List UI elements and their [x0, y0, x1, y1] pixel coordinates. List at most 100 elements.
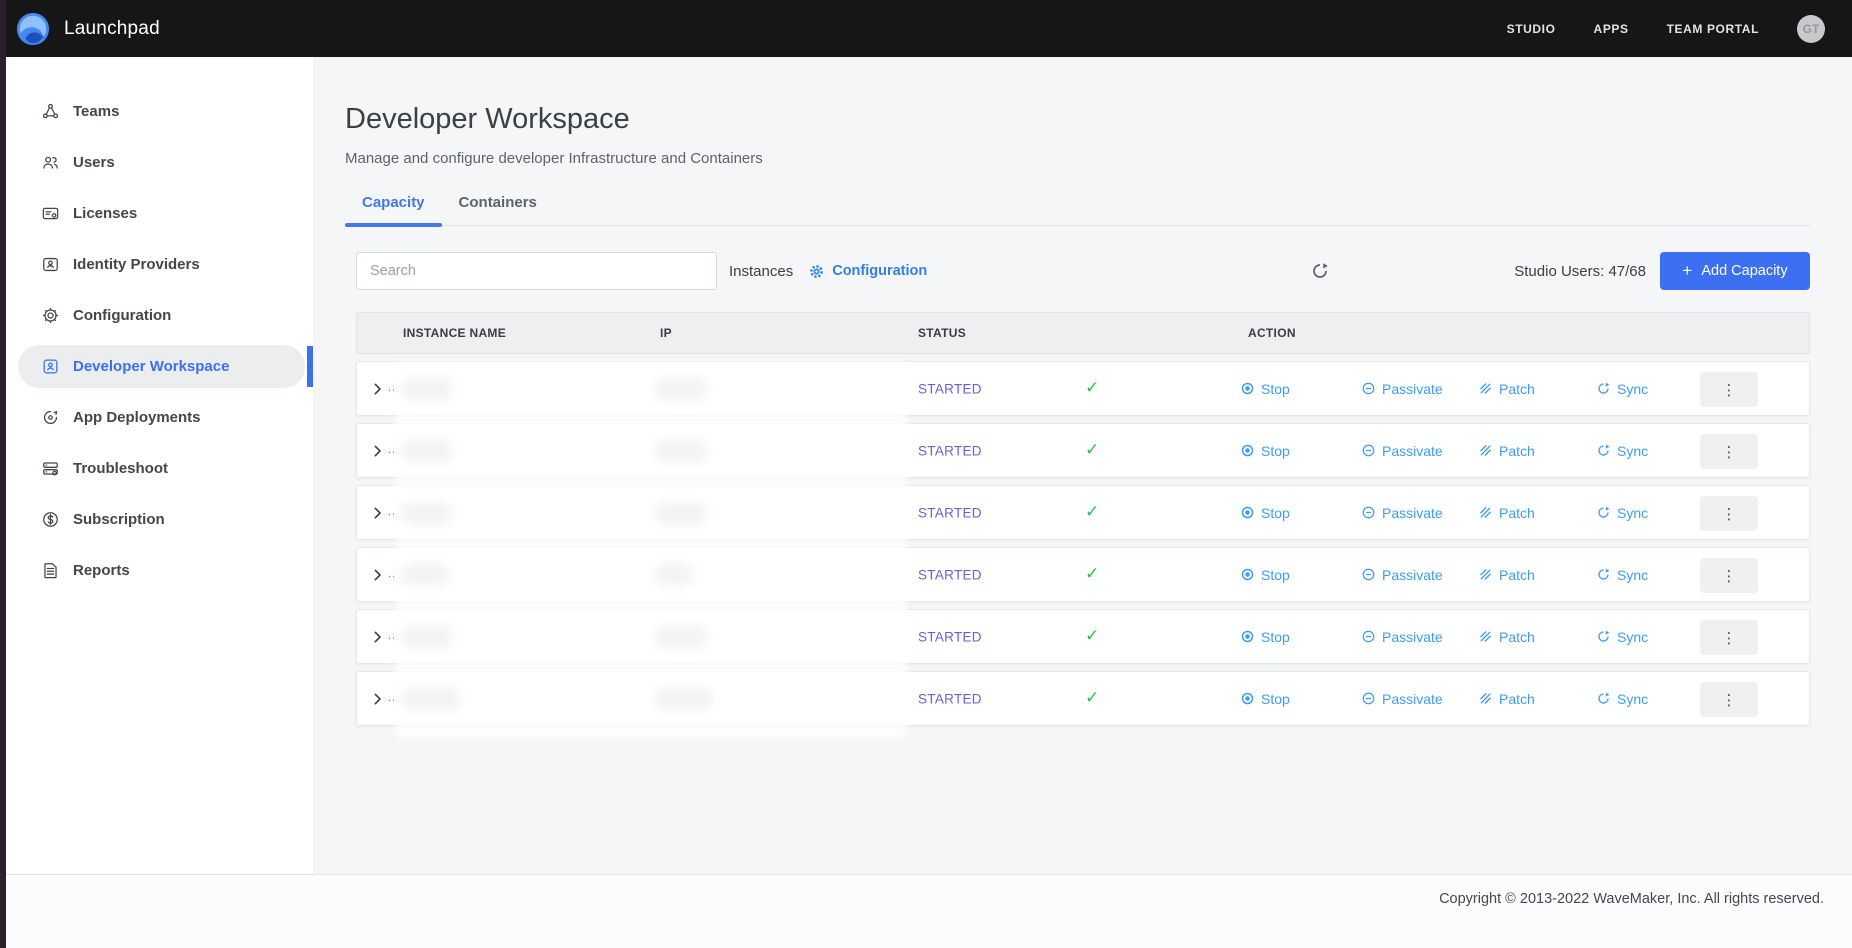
action-stop[interactable]: Stop: [1240, 381, 1290, 397]
redaction-dots: ..: [388, 506, 396, 518]
status-text: STARTED: [918, 505, 982, 520]
tab-capacity[interactable]: Capacity: [345, 194, 442, 225]
avatar[interactable]: GT: [1797, 15, 1825, 43]
sidebar-item-licenses[interactable]: Licenses: [0, 192, 313, 235]
patch-icon: [1478, 567, 1493, 582]
kebab-menu-icon: ⋮: [1722, 444, 1737, 461]
add-capacity-button[interactable]: + Add Capacity: [1660, 252, 1810, 290]
table-row: .. STARTED ✓ Stop Passivate Patch Sync ⋮: [356, 485, 1810, 540]
action-stop[interactable]: Stop: [1240, 691, 1290, 707]
sidebar-item-app-deployments[interactable]: App Deployments: [0, 396, 313, 439]
action-label: Stop: [1261, 691, 1290, 707]
kebab-menu-button[interactable]: ⋮: [1700, 558, 1758, 593]
action-sync[interactable]: Sync: [1596, 691, 1648, 707]
sidebar-item-teams[interactable]: Teams: [0, 90, 313, 133]
studio-users-count: Studio Users: 47/68: [1514, 263, 1646, 280]
action-passivate[interactable]: Passivate: [1361, 691, 1443, 707]
sidebar-item-label: Teams: [73, 103, 119, 120]
check-icon: ✓: [1085, 378, 1099, 398]
status-text: STARTED: [918, 629, 982, 644]
check-icon: ✓: [1085, 502, 1099, 522]
action-patch[interactable]: Patch: [1478, 629, 1535, 645]
action-label: Patch: [1499, 567, 1535, 583]
action-sync[interactable]: Sync: [1596, 629, 1648, 645]
status-text: STARTED: [918, 381, 982, 396]
action-patch[interactable]: Patch: [1478, 505, 1535, 521]
search-input[interactable]: [356, 252, 717, 290]
topnav-team-portal[interactable]: TEAM PORTAL: [1667, 22, 1759, 36]
redacted-ip: [655, 377, 707, 400]
action-stop[interactable]: Stop: [1240, 505, 1290, 521]
sidebar-item-developer-workspace[interactable]: Developer Workspace: [0, 345, 313, 388]
action-passivate[interactable]: Passivate: [1361, 443, 1443, 459]
action-label: Sync: [1617, 505, 1648, 521]
passivate-icon: [1361, 691, 1376, 706]
action-label: Stop: [1261, 443, 1290, 459]
chevron-right-icon[interactable]: [370, 505, 385, 520]
redacted-ip: [655, 625, 707, 648]
kebab-menu-button[interactable]: ⋮: [1700, 620, 1758, 655]
action-sync[interactable]: Sync: [1596, 567, 1648, 583]
sidebar-item-subscription[interactable]: Subscription: [0, 498, 313, 541]
action-label: Passivate: [1382, 381, 1443, 397]
sidebar: Teams Users Licenses Identity Providers …: [0, 57, 313, 874]
configuration-link[interactable]: Configuration: [808, 263, 927, 280]
refresh-icon[interactable]: [1310, 261, 1330, 281]
patch-icon: [1478, 505, 1493, 520]
kebab-menu-button[interactable]: ⋮: [1700, 496, 1758, 531]
topnav-apps[interactable]: APPS: [1594, 22, 1629, 36]
configuration-label: Configuration: [832, 263, 927, 279]
sidebar-item-label: App Deployments: [73, 409, 201, 426]
kebab-menu-button[interactable]: ⋮: [1700, 434, 1758, 469]
chevron-right-icon[interactable]: [370, 691, 385, 706]
chevron-right-icon[interactable]: [370, 443, 385, 458]
chevron-right-icon[interactable]: [370, 629, 385, 644]
sidebar-item-troubleshoot[interactable]: Troubleshoot: [0, 447, 313, 490]
redaction-dots: ..: [388, 692, 396, 704]
sidebar-item-reports[interactable]: Reports: [0, 549, 313, 592]
action-patch[interactable]: Patch: [1478, 443, 1535, 459]
action-passivate[interactable]: Passivate: [1361, 505, 1443, 521]
page-subtitle: Manage and configure developer Infrastru…: [345, 150, 1810, 167]
instances-label: Instances: [729, 263, 793, 280]
sidebar-item-identity-providers[interactable]: Identity Providers: [0, 243, 313, 286]
add-capacity-label: Add Capacity: [1701, 263, 1787, 279]
action-label: Passivate: [1382, 443, 1443, 459]
identity-providers-icon: [41, 255, 60, 274]
action-passivate[interactable]: Passivate: [1361, 567, 1443, 583]
action-passivate[interactable]: Passivate: [1361, 381, 1443, 397]
sidebar-item-label: Configuration: [73, 307, 171, 324]
sidebar-item-users[interactable]: Users: [0, 141, 313, 184]
stop-icon: [1240, 381, 1255, 396]
action-passivate[interactable]: Passivate: [1361, 629, 1443, 645]
patch-icon: [1478, 381, 1493, 396]
kebab-menu-button[interactable]: ⋮: [1700, 372, 1758, 407]
action-stop[interactable]: Stop: [1240, 567, 1290, 583]
chevron-right-icon[interactable]: [370, 381, 385, 396]
chevron-right-icon[interactable]: [370, 567, 385, 582]
licenses-icon: [41, 204, 60, 223]
sidebar-item-configuration[interactable]: Configuration: [0, 294, 313, 337]
footer: Copyright © 2013-2022 WaveMaker, Inc. Al…: [0, 874, 1852, 948]
users-icon: [41, 153, 60, 172]
table-header: INSTANCE NAME IP STATUS ACTION: [356, 312, 1810, 354]
status-text: STARTED: [918, 443, 982, 458]
action-patch[interactable]: Patch: [1478, 567, 1535, 583]
action-patch[interactable]: Patch: [1478, 381, 1535, 397]
action-stop[interactable]: Stop: [1240, 629, 1290, 645]
check-icon: ✓: [1085, 440, 1099, 460]
kebab-menu-button[interactable]: ⋮: [1700, 682, 1758, 717]
action-stop[interactable]: Stop: [1240, 443, 1290, 459]
action-sync[interactable]: Sync: [1596, 505, 1648, 521]
action-label: Sync: [1617, 629, 1648, 645]
action-label: Patch: [1499, 691, 1535, 707]
passivate-icon: [1361, 381, 1376, 396]
topnav-studio[interactable]: STUDIO: [1507, 22, 1556, 36]
action-sync[interactable]: Sync: [1596, 381, 1648, 397]
brand-name: Launchpad: [64, 18, 160, 40]
window-edge-strip: [0, 0, 6, 948]
action-label: Sync: [1617, 691, 1648, 707]
tab-containers[interactable]: Containers: [442, 194, 554, 225]
action-sync[interactable]: Sync: [1596, 443, 1648, 459]
action-patch[interactable]: Patch: [1478, 691, 1535, 707]
